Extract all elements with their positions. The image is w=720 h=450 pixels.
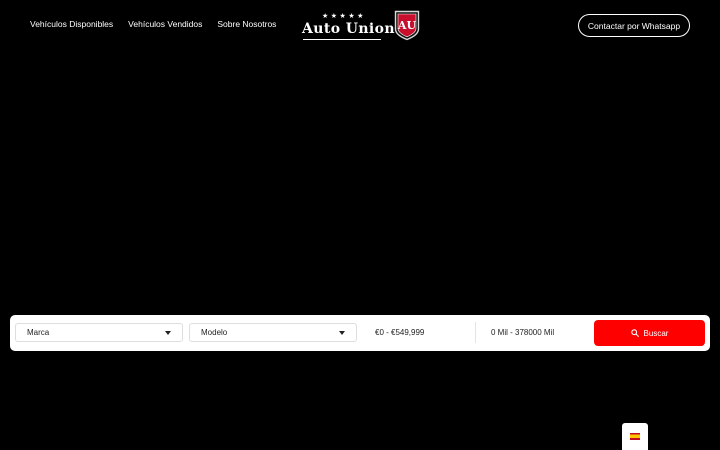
make-select-label: Marca: [27, 328, 50, 337]
chevron-down-icon: [339, 331, 345, 335]
language-switcher[interactable]: [622, 423, 648, 450]
search-button-label: Buscar: [643, 328, 669, 338]
price-range-filter[interactable]: €0 - €549,999: [375, 328, 424, 337]
badge-monogram: AU: [397, 19, 417, 32]
search-button[interactable]: Buscar: [594, 320, 705, 346]
shield-badge-icon: AU: [394, 10, 420, 41]
model-select-label: Modelo: [201, 328, 228, 337]
mileage-range-filter[interactable]: 0 Mil - 378000 Mil: [491, 328, 554, 337]
chevron-down-icon: [165, 331, 171, 335]
make-select[interactable]: Marca: [15, 323, 183, 342]
site-logo[interactable]: ★★★★★ Auto Union AU: [302, 10, 422, 42]
nav-vehiculos-disponibles[interactable]: Vehículos Disponibles: [30, 19, 113, 29]
main-nav: Vehículos Disponibles Vehículos Vendidos…: [30, 19, 276, 29]
logo-wordmark: Auto Union: [302, 21, 395, 37]
spain-flag-icon: [630, 433, 640, 440]
nav-sobre-nosotros[interactable]: Sobre Nosotros: [217, 19, 276, 29]
search-icon: [630, 329, 639, 337]
logo-underline: [303, 39, 381, 40]
nav-vehiculos-vendidos[interactable]: Vehículos Vendidos: [128, 19, 202, 29]
filter-divider: [475, 322, 476, 343]
whatsapp-contact-button[interactable]: Contactar por Whatsapp: [578, 14, 690, 37]
vehicle-search-bar: Marca Modelo €0 - €549,999 0 Mil - 37800…: [10, 315, 710, 351]
logo-stars: ★★★★★: [322, 13, 366, 20]
model-select[interactable]: Modelo: [189, 323, 357, 342]
